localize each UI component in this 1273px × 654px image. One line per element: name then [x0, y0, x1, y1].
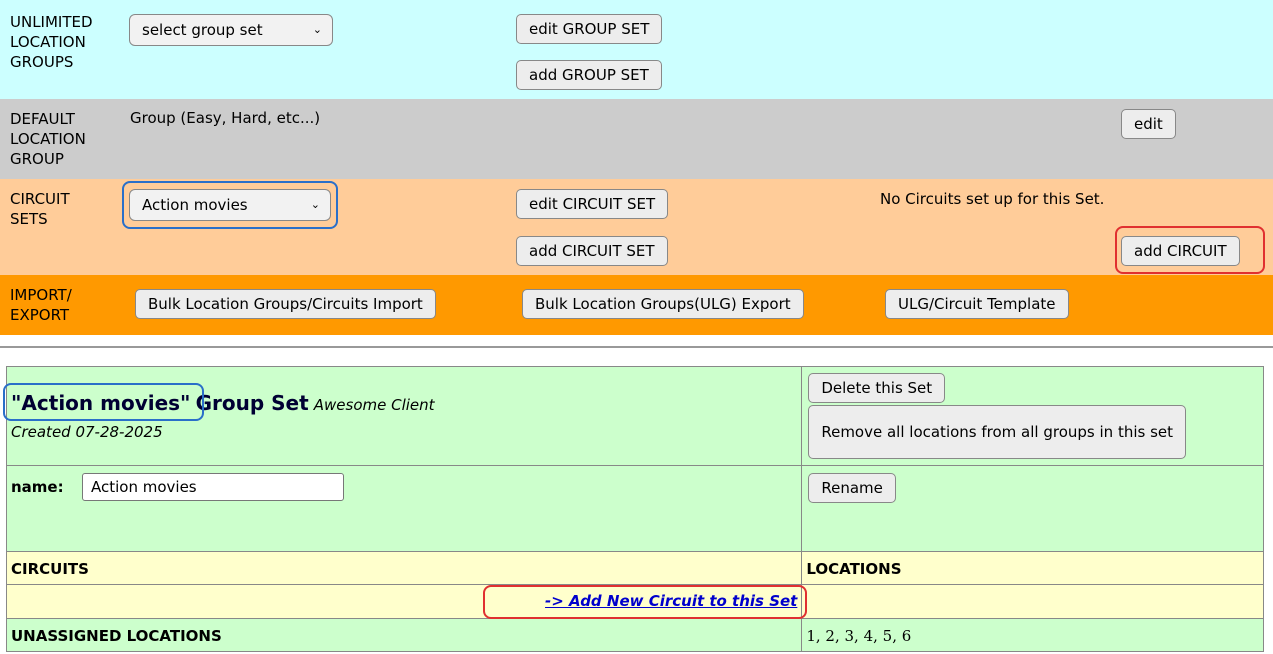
group-set-name-highlight — [3, 383, 204, 421]
rename-cell: Rename — [801, 465, 1264, 552]
import-export-section: IMPORT/ EXPORT Bulk Location Groups/Circ… — [0, 275, 1273, 335]
add-circuit-empty-cell — [801, 584, 1264, 619]
bulk-import-button[interactable]: Bulk Location Groups/Circuits Import — [135, 289, 436, 319]
delete-set-button[interactable]: Delete this Set — [808, 373, 946, 403]
add-circuit-cell: -> Add New Circuit to this Set — [5, 584, 808, 619]
section-divider — [0, 346, 1273, 348]
ulg-circuit-template-button[interactable]: ULG/Circuit Template — [885, 289, 1069, 319]
group-set-title-cell: "Action movies" Group Set Awesome Client… — [3, 366, 803, 466]
circuit-sets-section: CIRCUIT SETS Action movies ⌄ edit CIRCUI… — [0, 179, 1273, 275]
unlimited-location-groups-label: UNLIMITED LOCATION GROUPS — [10, 13, 93, 71]
edit-group-set-button[interactable]: edit GROUP SET — [516, 14, 663, 44]
default-group-value: Group (Easy, Hard, etc...) — [130, 109, 321, 127]
bulk-export-button[interactable]: Bulk Location Groups(ULG) Export — [522, 289, 804, 319]
chevron-down-icon: ⌄ — [310, 198, 320, 211]
name-cell: name: Action movies — [5, 465, 803, 552]
add-circuit-button[interactable]: add CIRCUIT — [1121, 236, 1240, 266]
unassigned-row: UNASSIGNED LOCATIONS 1, 2, 3, 4, 5, 6 — [5, 618, 1264, 652]
group-set-title-suffix: Group Set — [195, 391, 309, 415]
rename-button[interactable]: Rename — [808, 473, 896, 503]
created-date: Created 07-28-2025 — [11, 423, 163, 441]
unlimited-location-groups-section: UNLIMITED LOCATION GROUPS select group s… — [0, 0, 1273, 99]
remove-all-locations-button[interactable]: Remove all locations from all groups in … — [808, 405, 1187, 459]
add-circuit-row: -> Add New Circuit to this Set — [5, 584, 1264, 619]
no-circuits-status: No Circuits set up for this Set. — [880, 190, 1105, 208]
unassigned-locations-cell: 1, 2, 3, 4, 5, 6 — [801, 618, 1264, 652]
name-input[interactable]: Action movies — [82, 473, 344, 501]
circuits-header-row: CIRCUITS LOCATIONS — [5, 551, 1264, 585]
unassigned-label-cell: UNASSIGNED LOCATIONS — [5, 618, 803, 652]
locations-header: LOCATIONS — [801, 551, 1264, 585]
circuits-header: CIRCUITS — [5, 551, 803, 585]
default-location-group-section: DEFAULT LOCATION GROUP Group (Easy, Hard… — [0, 99, 1273, 179]
import-export-label: IMPORT/ EXPORT — [10, 286, 72, 324]
edit-circuit-set-button[interactable]: edit CIRCUIT SET — [516, 189, 669, 219]
circuit-sets-label: CIRCUIT SETS — [10, 190, 70, 228]
group-set-select[interactable]: select group set ⌄ — [129, 14, 333, 46]
add-group-set-button[interactable]: add GROUP SET — [516, 60, 662, 90]
group-set-header-row: "Action movies" Group Set Awesome Client… — [3, 366, 1264, 466]
add-new-circuit-highlight — [483, 585, 808, 619]
group-set-table: "Action movies" Group Set Awesome Client… — [3, 366, 1264, 652]
unassigned-locations-list: 1, 2, 3, 4, 5, 6 — [806, 626, 912, 645]
name-row: name: Action movies Rename — [5, 465, 1264, 552]
client-name: Awesome Client — [313, 396, 435, 414]
add-circuit-set-button[interactable]: add CIRCUIT SET — [516, 236, 668, 266]
chevron-down-icon: ⌄ — [312, 23, 322, 36]
group-set-actions-cell: Delete this Set Remove all locations fro… — [801, 366, 1264, 466]
default-location-group-label: DEFAULT LOCATION GROUP — [10, 110, 86, 168]
edit-default-group-button[interactable]: edit — [1121, 109, 1176, 139]
name-label: name: — [11, 478, 64, 496]
circuit-set-select[interactable]: Action movies ⌄ — [129, 189, 331, 221]
